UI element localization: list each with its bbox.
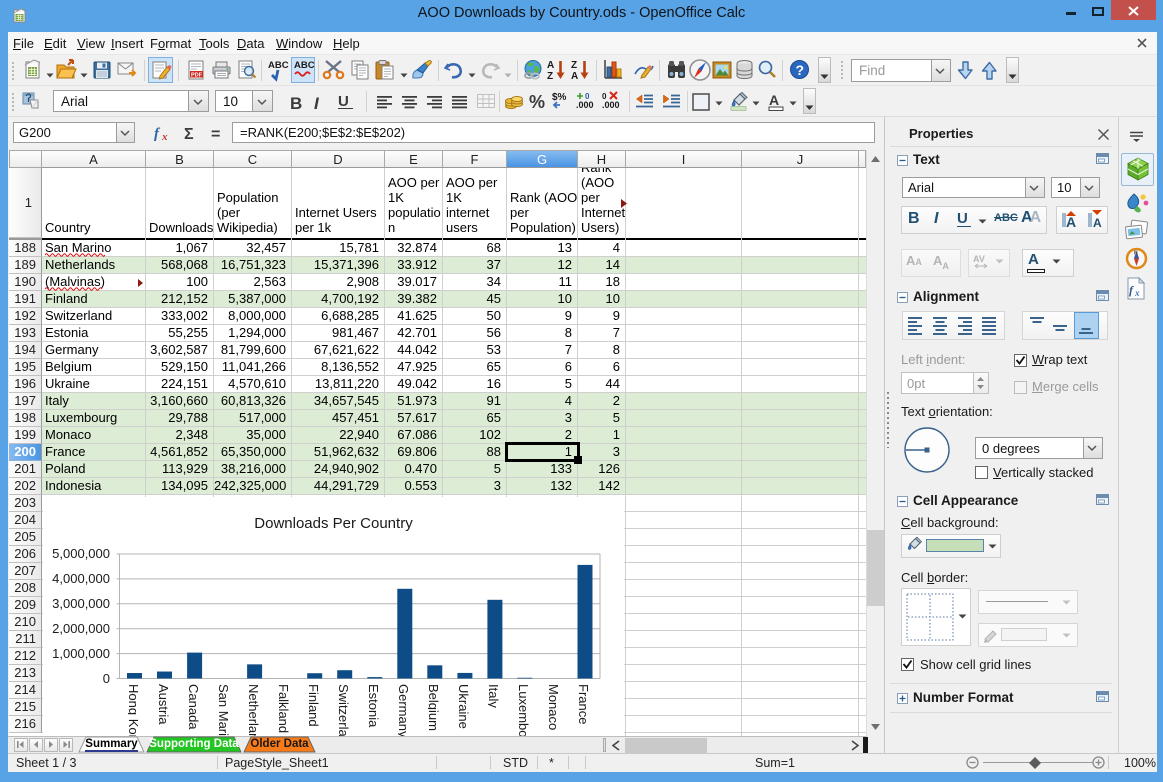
- svg-text:AV: AV: [973, 254, 985, 264]
- svg-text:A: A: [1066, 214, 1076, 230]
- svg-text:A: A: [1093, 216, 1102, 230]
- svg-text:x: x: [1134, 288, 1140, 298]
- svg-text:N: N: [1134, 251, 1138, 257]
